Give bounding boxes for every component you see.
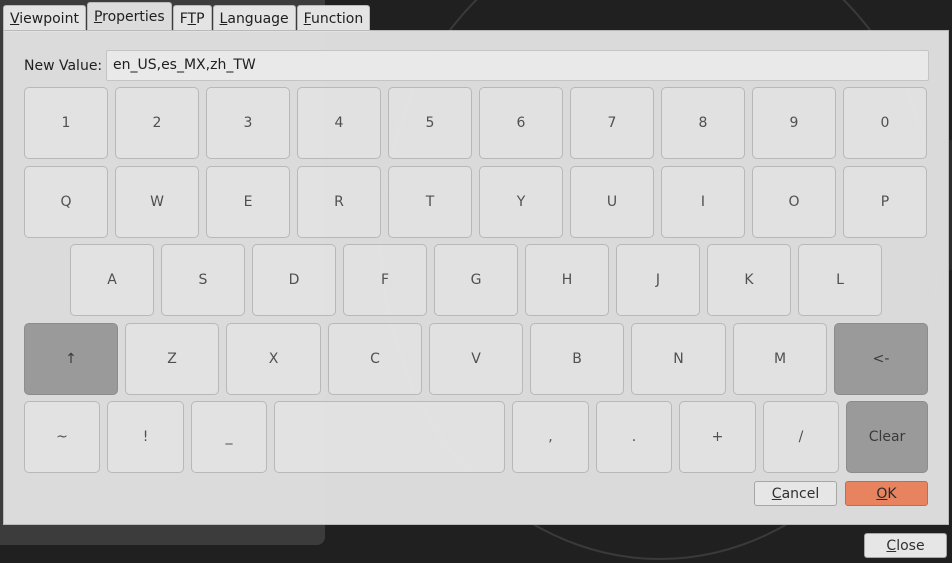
close-button[interactable]: Close xyxy=(864,533,947,558)
key-v[interactable]: V xyxy=(429,323,523,395)
key-4[interactable]: 4 xyxy=(297,87,381,159)
key-6[interactable]: 6 xyxy=(479,87,563,159)
key-m[interactable]: M xyxy=(733,323,827,395)
key-z[interactable]: Z xyxy=(125,323,219,395)
key-j[interactable]: J xyxy=(616,244,700,316)
key-period[interactable]: . xyxy=(596,401,672,473)
key-a[interactable]: A xyxy=(70,244,154,316)
key-2[interactable]: 2 xyxy=(115,87,199,159)
key-7[interactable]: 7 xyxy=(570,87,654,159)
key-9[interactable]: 9 xyxy=(752,87,836,159)
ok-button[interactable]: OK xyxy=(845,481,928,506)
backspace-key[interactable]: <- xyxy=(834,323,928,395)
key-3[interactable]: 3 xyxy=(206,87,290,159)
key-slash[interactable]: / xyxy=(763,401,839,473)
key-f[interactable]: F xyxy=(343,244,427,316)
tab-function[interactable]: Function xyxy=(296,5,371,32)
key-w[interactable]: W xyxy=(115,166,199,238)
key-s[interactable]: S xyxy=(161,244,245,316)
key-8[interactable]: 8 xyxy=(661,87,745,159)
tab-viewpoint[interactable]: Viewpoint xyxy=(3,5,86,32)
properties-dialog: New Value: en_US,es_MX,zh_TW 1234567890 Q… xyxy=(3,30,949,525)
key-t[interactable]: T xyxy=(388,166,472,238)
key-h[interactable]: H xyxy=(525,244,609,316)
key-0[interactable]: 0 xyxy=(843,87,927,159)
key-c[interactable]: C xyxy=(328,323,422,395)
key-u[interactable]: U xyxy=(570,166,654,238)
key-1[interactable]: 1 xyxy=(24,87,108,159)
key-i[interactable]: I xyxy=(661,166,745,238)
key-underscore[interactable]: _ xyxy=(191,401,267,473)
key-tilde[interactable]: ~ xyxy=(24,401,100,473)
key-q[interactable]: Q xyxy=(24,166,108,238)
key-l[interactable]: L xyxy=(798,244,882,316)
key-y[interactable]: Y xyxy=(479,166,563,238)
key-o[interactable]: O xyxy=(752,166,836,238)
key-e[interactable]: E xyxy=(206,166,290,238)
tab-bar: Viewpoint Properties FTP Language Functi… xyxy=(3,2,371,32)
key-p[interactable]: P xyxy=(843,166,927,238)
key-g[interactable]: G xyxy=(434,244,518,316)
space-key[interactable] xyxy=(274,401,505,473)
tab-properties[interactable]: Properties xyxy=(86,2,172,32)
clear-key[interactable]: Clear xyxy=(846,401,928,473)
key-x[interactable]: X xyxy=(226,323,321,395)
tab-ftp[interactable]: FTP xyxy=(172,5,212,32)
key-d[interactable]: D xyxy=(252,244,336,316)
cancel-button[interactable]: Cancel xyxy=(754,481,837,506)
key-exclamation[interactable]: ! xyxy=(107,401,184,473)
key-n[interactable]: N xyxy=(631,323,726,395)
new-value-label: New Value: xyxy=(24,58,103,74)
key-k[interactable]: K xyxy=(707,244,791,316)
shift-key[interactable]: ↑ xyxy=(24,323,118,395)
new-value-input[interactable]: en_US,es_MX,zh_TW xyxy=(106,50,929,81)
key-r[interactable]: R xyxy=(297,166,381,238)
key-b[interactable]: B xyxy=(530,323,624,395)
key-5[interactable]: 5 xyxy=(388,87,472,159)
tab-language[interactable]: Language xyxy=(212,5,296,32)
key-comma[interactable]: , xyxy=(512,401,589,473)
key-plus[interactable]: + xyxy=(679,401,756,473)
